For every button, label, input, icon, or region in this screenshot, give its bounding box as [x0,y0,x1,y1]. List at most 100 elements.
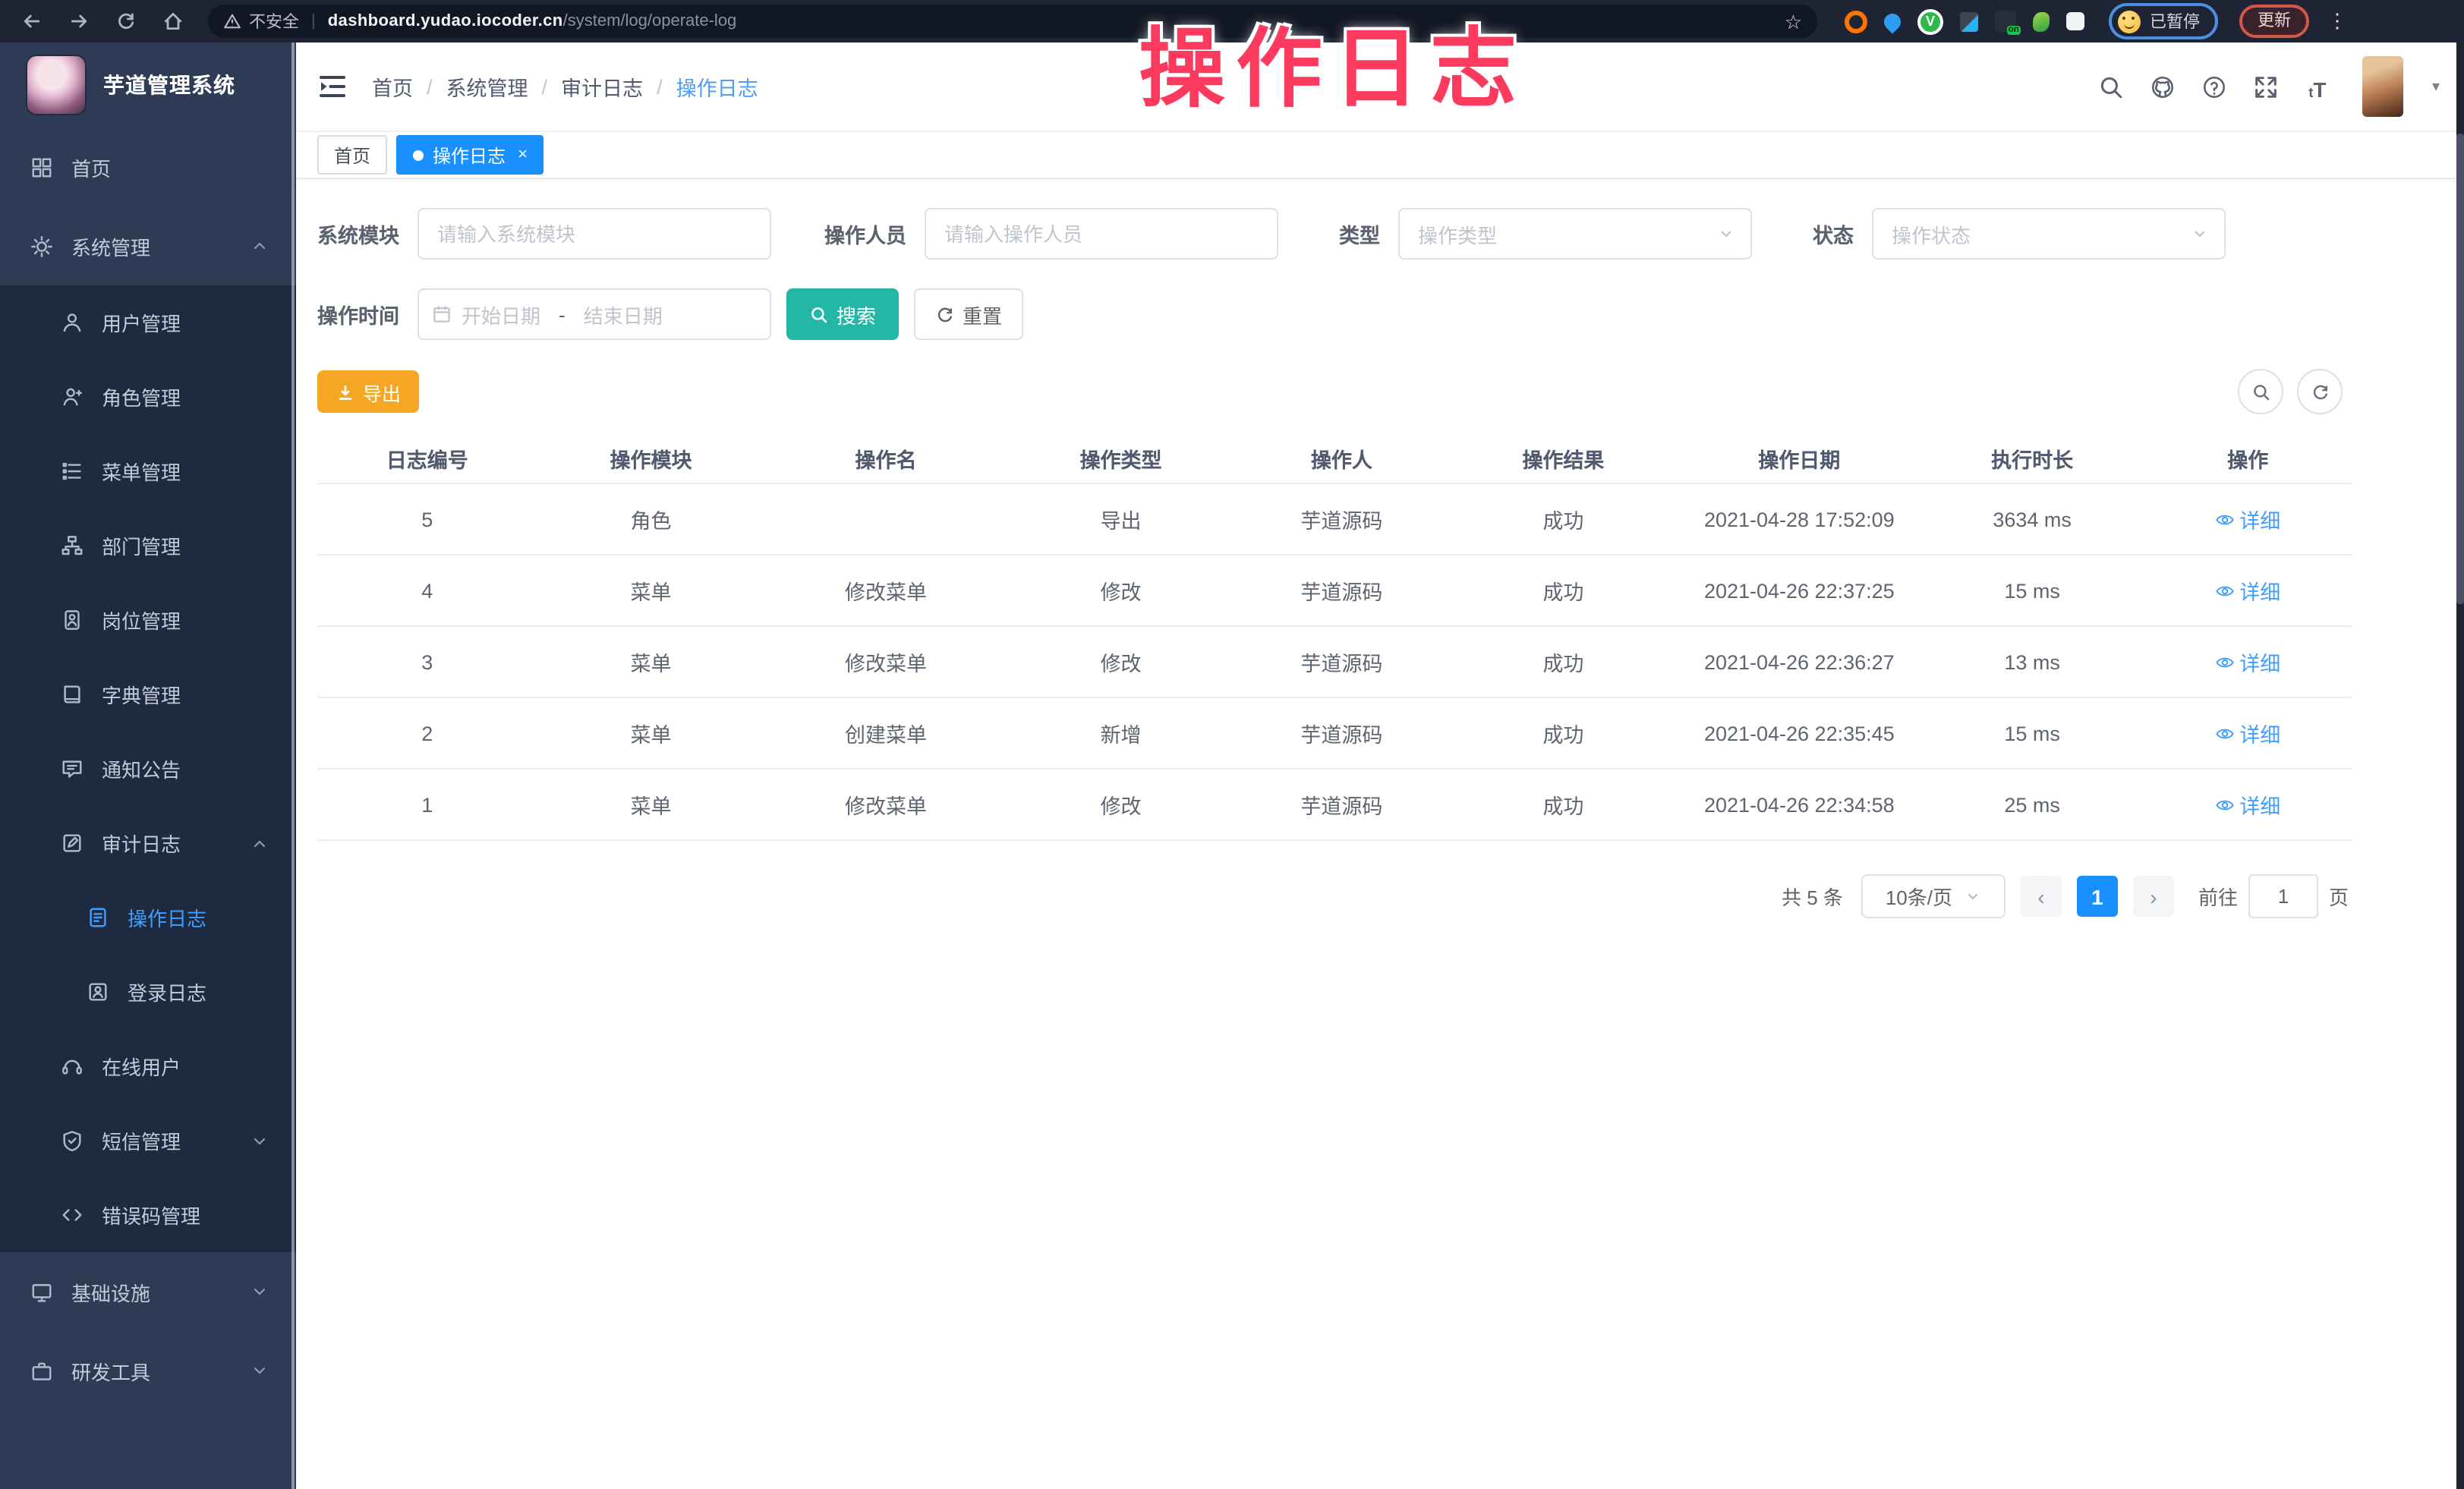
login-log-icon [87,981,109,1003]
tag-tabs: 首页操作日志× [296,132,2464,179]
help-icon[interactable] [2201,74,2227,99]
sidebar-item-岗位管理[interactable]: 岗位管理 [0,583,296,657]
avatar[interactable] [2362,56,2403,117]
sidebar-item-短信管理[interactable]: 短信管理 [0,1103,296,1178]
action-cell: 详细 [2144,697,2352,769]
sidebar-item-label: 菜单管理 [102,457,181,486]
breadcrumb-item-审计日志[interactable]: 审计日志 [561,71,643,102]
breadcrumb-item-首页[interactable]: 首页 [372,71,413,102]
breadcrumb-item-系统管理[interactable]: 系统管理 [446,71,528,102]
end-date-placeholder: 结束日期 [584,300,663,329]
infrastructure-icon [30,1280,53,1303]
current-page-button[interactable]: 1 [2077,876,2118,917]
sidebar-item-登录日志[interactable]: 登录日志 [0,955,296,1029]
close-tab-icon[interactable]: × [518,146,528,164]
page-scrollbar[interactable] [2456,42,2464,1489]
page-size-select[interactable]: 10条/页 [1861,874,2006,918]
sidebar-item-角色管理[interactable]: 角色管理 [0,360,296,434]
orange-ring-extension[interactable] [1845,10,1867,33]
sidebar-item-审计日志[interactable]: 审计日志 [0,806,296,880]
search-button[interactable]: 搜索 [786,288,899,340]
sidebar-logo-row[interactable]: 芋道管理系统 [0,42,296,127]
sidebar-item-在线用户[interactable]: 在线用户 [0,1029,296,1103]
green-leaf-extension[interactable] [2033,11,2050,31]
show-search-button[interactable] [2238,369,2283,414]
sidebar-item-基础设施[interactable]: 基础设施 [0,1252,296,1331]
reload-icon[interactable] [109,5,143,38]
tab-首页[interactable]: 首页 [317,135,387,175]
detail-link[interactable]: 详细 [2215,504,2280,534]
scrollbar-thumb[interactable] [2456,134,2464,604]
eye-icon [2215,581,2235,600]
reset-button[interactable]: 重置 [914,288,1023,340]
cell: 修改 [1007,769,1235,840]
sidebar-item-系统管理[interactable]: 系统管理 [0,206,296,285]
sidebar-menu: 首页系统管理用户管理角色管理菜单管理部门管理岗位管理字典管理通知公告审计日志操作… [0,127,296,1410]
cell: 成功 [1448,626,1678,697]
operator-input[interactable] [925,208,1278,260]
sidebar-item-通知公告[interactable]: 通知公告 [0,732,296,806]
puzzle-extension[interactable] [2066,12,2084,30]
breadcrumb-separator: / [427,75,433,98]
cell: 25 ms [1920,769,2144,840]
home-icon[interactable] [156,5,190,38]
search-icon[interactable] [2098,74,2124,99]
sidebar-item-label: 用户管理 [102,308,181,337]
font-size-icon[interactable]: tT [2305,74,2330,99]
paused-extension-chip[interactable]: 已暂停 [2109,3,2218,39]
sidebar-item-错误码管理[interactable]: 错误码管理 [0,1178,296,1252]
github-icon[interactable] [2150,74,2176,99]
module-input[interactable] [417,208,771,260]
browser-menu-icon[interactable]: ⋮ [2327,9,2343,33]
sidebar-item-部门管理[interactable]: 部门管理 [0,508,296,583]
bookmark-star-icon[interactable]: ☆ [1785,11,1802,31]
dark-on-extension[interactable]: on [1995,11,2016,32]
breadcrumb-item-操作日志[interactable]: 操作日志 [676,71,758,102]
cell: 2021-04-28 17:52:09 [1678,483,1920,555]
sidebar-item-菜单管理[interactable]: 菜单管理 [0,434,296,508]
blue-pin-extension[interactable] [1880,9,1904,33]
prev-page-button[interactable]: ‹ [2021,876,2062,917]
fullscreen-icon[interactable] [2253,74,2279,99]
sidebar-item-label: 登录日志 [128,977,206,1006]
user-icon [61,311,83,334]
column-header-操作类型: 操作类型 [1007,433,1235,483]
detail-link[interactable]: 详细 [2215,647,2280,677]
sidebar-item-label: 在线用户 [102,1052,181,1081]
browser-nav [15,5,190,38]
sidebar-item-首页[interactable]: 首页 [0,127,296,206]
sidebar-item-研发工具[interactable]: 研发工具 [0,1331,296,1410]
detail-link[interactable]: 详细 [2215,718,2280,748]
sidebar-fold-icon[interactable] [317,71,348,102]
goto-page-input[interactable] [2248,874,2318,918]
type-select[interactable]: 操作类型 [1398,208,1752,260]
chevron-down-icon [250,1132,269,1150]
forward-arrow-icon[interactable] [62,5,96,38]
sidebar-item-操作日志[interactable]: 操作日志 [0,880,296,955]
sidebar-item-label: 研发工具 [71,1356,150,1385]
export-button[interactable]: 导出 [317,370,419,413]
status-select[interactable]: 操作状态 [1872,208,2226,260]
sidebar-scrollbar[interactable] [291,42,295,1489]
cell: 2021-04-26 22:37:25 [1678,555,1920,626]
column-header-执行时长: 执行时长 [1920,433,2144,483]
sidebar-item-字典管理[interactable]: 字典管理 [0,657,296,732]
chevron-up-icon [250,834,269,852]
back-arrow-icon[interactable] [15,5,49,38]
detail-link[interactable]: 详细 [2215,575,2280,606]
address-bar[interactable]: 不安全 | dashboard.yudao.iocoder.cn /system… [208,5,1817,38]
date-range-input[interactable]: 开始日期 - 结束日期 [417,288,771,340]
column-header-操作日期: 操作日期 [1678,433,1920,483]
next-page-button[interactable]: › [2133,876,2174,917]
sidebar-item-用户管理[interactable]: 用户管理 [0,285,296,360]
detail-link[interactable]: 详细 [2215,789,2280,820]
blue-gem-extension[interactable] [1960,11,1978,31]
security-warning[interactable]: 不安全 [249,9,299,33]
tab-操作日志[interactable]: 操作日志× [396,135,544,175]
green-v-extension[interactable]: V [1917,8,1943,34]
browser-update-button[interactable]: 更新 [2239,5,2309,38]
cell: 15 ms [1920,555,2144,626]
table-header-row: 日志编号操作模块操作名操作类型操作人操作结果操作日期执行时长操作 [317,433,2352,483]
refresh-button[interactable] [2297,369,2343,414]
chevron-down-icon[interactable]: ▾ [2432,78,2440,95]
